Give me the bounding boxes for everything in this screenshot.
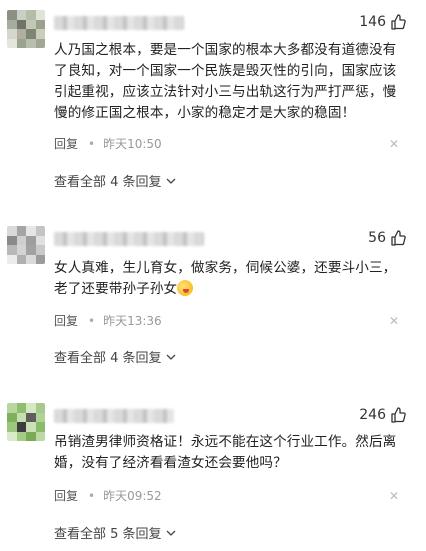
separator-dot: •	[88, 136, 96, 151]
close-icon[interactable]: ✕	[389, 314, 399, 328]
like-count: 146	[359, 14, 386, 30]
comment-meta: 回复 • 昨天13:36	[54, 312, 162, 329]
username-blurred[interactable]	[54, 232, 204, 246]
like-button[interactable]: 56	[368, 230, 406, 246]
chevron-down-icon	[166, 354, 176, 360]
comment-text-line: 老了还要带孙子孙女	[54, 281, 178, 297]
thumbs-up-icon	[391, 230, 406, 246]
avatar[interactable]	[7, 403, 45, 441]
like-button[interactable]: 246	[359, 407, 406, 423]
avatar[interactable]	[7, 226, 45, 264]
like-count: 56	[368, 230, 386, 246]
like-count: 246	[359, 407, 386, 423]
reply-button[interactable]: 回复	[54, 487, 78, 504]
separator-dot: •	[88, 313, 96, 328]
view-all-replies-label: 查看全部 5 条回复	[54, 527, 162, 542]
timestamp: 昨天10:50	[103, 137, 162, 151]
timestamp: 昨天13:36	[103, 314, 162, 328]
timestamp: 昨天09:52	[103, 489, 162, 503]
username-blurred[interactable]	[54, 409, 174, 423]
reply-button[interactable]: 回复	[54, 135, 78, 152]
thumbs-up-icon	[391, 14, 406, 30]
comment-meta: 回复 • 昨天09:52	[54, 487, 162, 504]
reply-button[interactable]: 回复	[54, 312, 78, 329]
separator-dot: •	[88, 488, 96, 503]
username-blurred[interactable]	[54, 16, 184, 30]
view-all-replies-label: 查看全部 4 条回复	[54, 351, 162, 366]
comment-text: 人乃国之根本，要是一个国家的根本大多都没有道德没有了良知，对一个国家一个民族是毁…	[54, 42, 397, 121]
chevron-down-icon	[166, 530, 176, 536]
laughing-emoji-icon	[177, 280, 194, 296]
view-all-replies-button[interactable]: 查看全部 5 条回复	[54, 523, 176, 542]
thumbs-up-icon	[391, 407, 406, 423]
chevron-down-icon	[166, 178, 176, 184]
comment-text: 女人真难，生儿育女，做家务，伺候公婆，还要斗小三， 老了还要带孙子孙女	[54, 258, 404, 300]
close-icon[interactable]: ✕	[389, 489, 399, 503]
view-all-replies-label: 查看全部 4 条回复	[54, 175, 162, 190]
close-icon[interactable]: ✕	[389, 137, 399, 151]
view-all-replies-button[interactable]: 查看全部 4 条回复	[54, 347, 176, 366]
view-all-replies-button[interactable]: 查看全部 4 条回复	[54, 171, 176, 190]
comment-text-line: 女人真难，生儿育女，做家务，伺候公婆，还要斗小三，	[54, 260, 397, 276]
like-button[interactable]: 146	[359, 14, 406, 30]
comment-meta: 回复 • 昨天10:50	[54, 135, 162, 152]
comment-text: 吊销渣男律师资格证！永远不能在这个行业工作。然后离婚，没有了经济看看渣女还会要他…	[54, 434, 397, 471]
avatar[interactable]	[7, 10, 45, 48]
